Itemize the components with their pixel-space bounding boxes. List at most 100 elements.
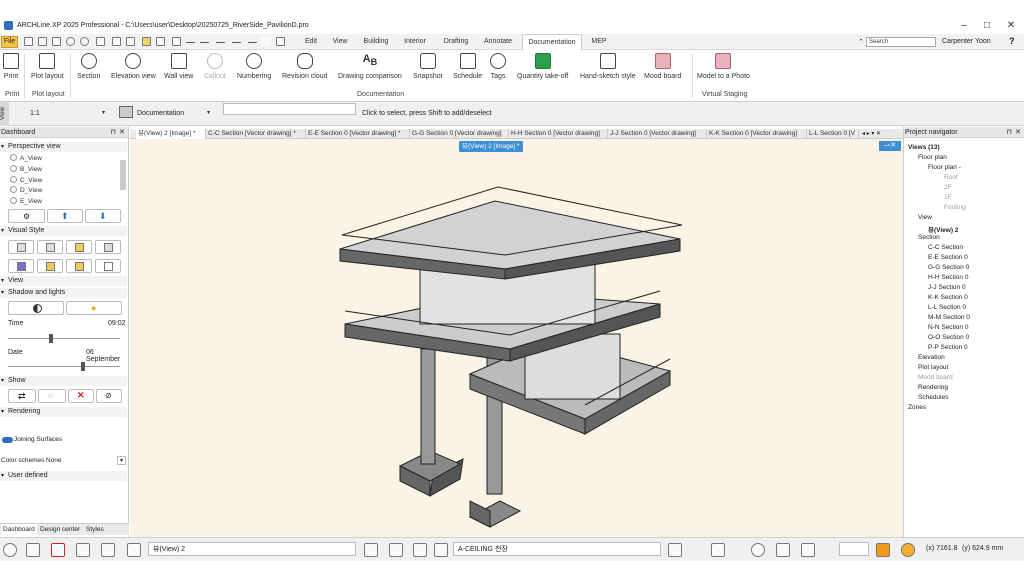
date-slider-knob[interactable] [81,362,86,371]
line-width-select[interactable] [839,542,869,556]
angle-snap-icon[interactable] [76,543,90,557]
show-hide-button[interactable]: ◌ [38,389,66,403]
undo-icon[interactable] [66,37,75,46]
color-schemes-value[interactable]: None [46,457,62,464]
help-icon[interactable]: ? [1009,36,1015,46]
offset-icon[interactable] [216,42,225,43]
elevation-view-button[interactable]: Elevation view [111,53,156,80]
tree-level[interactable]: 2F [944,184,952,191]
perspective-view-item[interactable]: E_View [10,197,42,205]
lights-toggle-button[interactable]: ● [66,301,122,315]
layers-stack-icon[interactable] [668,543,682,557]
date-slider[interactable] [8,362,120,371]
quantity-takeoff-button[interactable]: Quantity take-off [517,53,568,80]
panel-close-icon[interactable]: ✕ [1015,127,1021,138]
tree-section-item[interactable]: H-H Section 0 [928,274,968,281]
tools-icon[interactable] [413,543,427,557]
eye-icon[interactable] [751,543,765,557]
move-down-button[interactable]: ⬇ [85,209,121,223]
hand-sketch-style-button[interactable]: Hand-sketch style [580,53,636,80]
tree-section-item[interactable]: O-O Section 0 [928,334,969,341]
close-icon[interactable]: ✕ [1000,17,1022,34]
perspective-view-item[interactable]: C_View [10,176,42,184]
tags-button[interactable]: Tags [490,53,506,80]
show-delete-button[interactable]: ✕ [68,389,94,403]
show-all-button[interactable]: ⊘ [96,389,122,403]
scrollbar[interactable] [120,160,126,190]
revision-cloud-button[interactable]: Revision cloud [282,53,328,80]
tree-floor-plan[interactable]: Floor plan [918,154,947,161]
tree-level[interactable]: Footing [944,204,966,211]
tab-mep[interactable]: MEP [588,34,610,50]
mood-board-button[interactable]: Mood board [644,53,681,80]
perspective-view-item[interactable]: B_View [10,165,42,173]
user-name[interactable]: Carpenter Yoon [942,34,991,50]
sun-icon[interactable] [901,543,915,557]
scale-value[interactable]: 1:1 [30,110,40,117]
layer-icon[interactable] [172,37,181,46]
scale-dropdown-icon[interactable]: ▾ [102,109,105,116]
section-user-defined[interactable]: User defined [0,471,127,481]
pin-icon[interactable]: ⊓ [111,127,116,138]
tree-floor-plan-sub[interactable]: Floor plan - [928,164,961,171]
numbering-button[interactable]: Numbering [237,53,271,80]
qat-dropdown-icon[interactable] [276,37,285,46]
tree-section-item[interactable]: C-C Section [928,244,963,251]
tab-annotate[interactable]: Annotate [482,34,514,50]
tree-mood-board[interactable]: Mood board [918,374,953,381]
tree-level[interactable]: 1F [944,194,952,201]
extend-icon[interactable] [248,42,257,43]
tree-section-item[interactable]: L-L Section 0 [928,304,966,311]
dimension-icon[interactable] [200,42,209,43]
shadow-toggle-button[interactable] [8,301,64,315]
visual-style-colored[interactable] [8,259,34,273]
render-preview-icon[interactable] [776,543,790,557]
section-visual-style[interactable]: Visual Style [0,226,127,236]
active-layer-select[interactable]: A-CEILING 천장 [453,542,661,556]
doc-tab[interactable]: C-C Section [Vector drawing] * [206,129,306,139]
tree-view-item[interactable]: 뷰(View) 2 [928,224,958,234]
doc-tab[interactable]: G-G Section 0 [Vector drawing] [410,129,509,139]
panel-close-icon[interactable]: ✕ [119,127,125,138]
tree-zones[interactable]: Zones [908,404,926,411]
doc-tab[interactable]: H-H Section 0 [Vector drawing] [509,129,608,139]
tab-building[interactable]: Building [361,34,391,50]
section-shadow-lights[interactable]: Shadow and lights [0,288,127,298]
tree-section[interactable]: Section [918,234,940,241]
snapshot-button[interactable]: Snapshot [413,53,443,80]
show-swap-button[interactable]: ⇄ [8,389,36,403]
line-tool-icon[interactable] [186,42,195,43]
command-input[interactable] [223,103,356,115]
color-schemes-dropdown-icon[interactable]: ▾ [117,456,126,465]
visual-style-hidden[interactable] [37,240,63,254]
tree-view[interactable]: View [918,214,932,221]
section-button[interactable]: Section [77,53,100,80]
doc-tab[interactable]: 뷰(View) 2 [Image] * [136,129,206,139]
print-quick-icon[interactable] [52,37,61,46]
match-properties-icon[interactable] [142,37,151,46]
drawing-comparison-button[interactable]: AB Drawing comparison [338,53,402,80]
new-file-icon[interactable] [24,37,33,46]
visual-style-grey[interactable] [95,240,121,254]
layer-dropdown-icon[interactable]: ▾ [207,109,210,116]
section-perspective-view[interactable]: Perspective view [0,142,127,152]
tab-view[interactable]: View [329,34,351,50]
doc-tab[interactable]: K-K Section 0 [Vector drawing] [707,129,807,139]
settings-gear-icon[interactable] [3,543,17,557]
magnet-snap-icon[interactable] [51,543,65,557]
doc-tab[interactable]: L-L Section 0 [V [807,129,859,139]
collapse-ribbon-icon[interactable]: ⌃ [858,38,864,46]
tree-section-item[interactable]: N-N Section 0 [928,324,968,331]
tab-dashboard[interactable]: Dashboard [1,524,37,536]
save-icon[interactable] [38,37,47,46]
trim-icon[interactable] [232,42,241,43]
move-up-button[interactable]: ⬆ [47,209,83,223]
copy-icon[interactable] [112,37,121,46]
tree-section-item[interactable]: G-G Section 0 [928,264,969,271]
callout-button[interactable]: Callout [204,53,226,80]
tab-design-center[interactable]: Design center [38,524,82,536]
doc-tab[interactable]: J-J Section 0 [Vector drawing] [608,129,707,139]
search-input[interactable]: Search [866,37,936,47]
tabs-scroll-icon[interactable]: ◂ ▸ ▾ ✕ [862,130,881,137]
line-type-icon[interactable] [801,543,815,557]
